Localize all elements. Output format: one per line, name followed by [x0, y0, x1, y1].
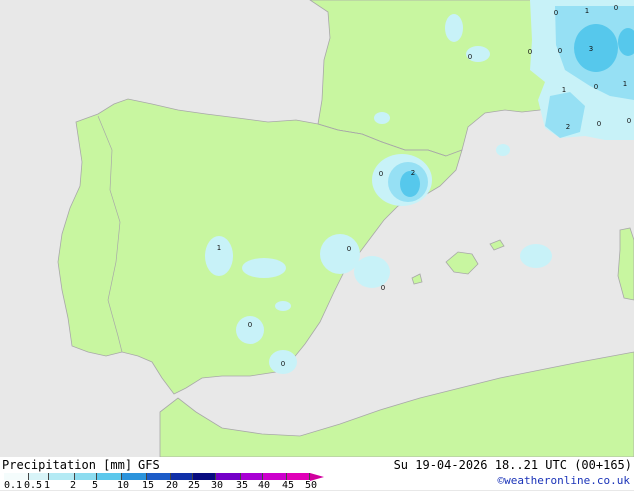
value-label: 3	[589, 45, 593, 53]
value-label: 0	[597, 120, 601, 128]
value-label: 2	[566, 123, 570, 131]
value-label: 1	[562, 86, 566, 94]
value-label: 0	[528, 48, 532, 56]
credit-link[interactable]: ©weatheronline.co.uk	[498, 474, 630, 488]
map-title: Precipitation [mm]	[2, 458, 133, 472]
value-label: 2	[411, 169, 415, 177]
color-scale-cell	[97, 473, 122, 480]
color-scale-cell	[147, 473, 171, 480]
color-scale-cell	[4, 473, 29, 480]
value-label: 1	[623, 80, 627, 88]
valid-time: Su 19-04-2026 18..21 UTC (00+165)	[393, 458, 632, 472]
color-scale	[4, 473, 310, 480]
value-label: 0	[594, 83, 598, 91]
color-scale-cell	[49, 473, 75, 480]
value-label: 0	[614, 4, 618, 12]
precipitation-map: 0 1 0 3 0 0 0 1 0 1 2 0 0 0 2 1 0 0 0 0	[0, 0, 634, 457]
color-scale-cell	[241, 473, 263, 480]
model-name: GFS	[138, 458, 160, 472]
color-scale-cell	[287, 473, 310, 480]
value-label: 0	[554, 9, 558, 17]
value-label: 1	[217, 244, 221, 252]
value-label: 1	[585, 7, 589, 15]
value-label: 0	[379, 170, 383, 178]
value-label: 0	[627, 117, 631, 125]
value-label: 0	[281, 360, 285, 368]
color-scale-cell	[75, 473, 97, 480]
color-scale-cell	[29, 473, 49, 480]
color-scale-cell	[122, 473, 147, 480]
value-label: 0	[558, 47, 562, 55]
color-scale-cell	[171, 473, 193, 480]
value-label: 0	[347, 245, 351, 253]
value-label: 0	[468, 53, 472, 61]
map-footer: Precipitation [mm] GFS Su 19-04-2026 18.…	[0, 457, 634, 491]
color-scale-cell	[263, 473, 287, 480]
value-label: 0	[381, 284, 385, 292]
color-scale-cell	[216, 473, 241, 480]
color-scale-cell	[193, 473, 216, 480]
value-label: 0	[248, 321, 252, 329]
